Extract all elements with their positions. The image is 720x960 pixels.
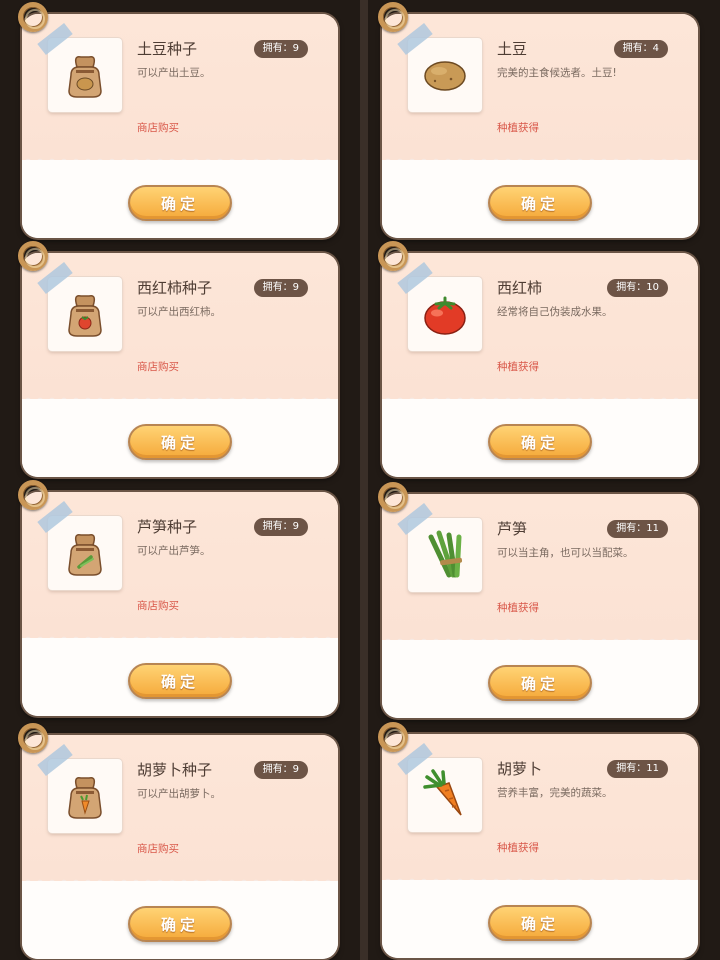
item-source: 种植获得	[497, 122, 539, 134]
asparagus-icon	[428, 530, 463, 578]
item-card: 土豆种子 可以产出土豆。 商店购买 拥有：9 确定	[22, 14, 338, 238]
item-source: 商店购买	[137, 361, 179, 373]
item-description: 可以产出土豆。	[137, 67, 211, 79]
confirm-button[interactable]: 确定	[128, 906, 232, 942]
item-description: 完美的主食候选者。土豆!	[497, 67, 617, 79]
item-card: 胡萝卜 营养丰富，完美的蔬菜。 种植获得 拥有：11 确定	[382, 734, 698, 958]
owned-count-badge: 拥有：9	[253, 518, 308, 536]
item-card: 芦笋 可以当主角，也可以当配菜。 种植获得 拥有：11 确定	[382, 494, 698, 718]
owned-count-badge: 拥有：9	[253, 40, 308, 58]
item-title: 芦笋	[497, 520, 528, 538]
item-card: 西红柿种子 可以产出西红柿。 商店购买 拥有：9 确定	[22, 253, 338, 477]
owned-count-badge: 拥有：4	[613, 40, 668, 58]
item-thumbnail	[408, 38, 482, 112]
item-thumbnail	[408, 758, 482, 832]
confirm-button[interactable]: 确定	[488, 665, 592, 701]
item-card: 芦笋种子 可以产出芦笋。 商店购买 拥有：9 确定	[22, 492, 338, 716]
owned-count-badge: 拥有：9	[253, 279, 308, 297]
ring-binder-icon	[18, 480, 48, 510]
confirm-button[interactable]: 确定	[488, 185, 592, 221]
item-title: 西红柿种子	[137, 279, 213, 297]
item-description: 可以产出胡萝卜。	[137, 788, 221, 800]
item-source: 商店购买	[137, 600, 179, 612]
item-card: 胡萝卜种子 可以产出胡萝卜。 商店购买 拥有：9 确定	[22, 735, 338, 959]
carrot-icon	[423, 769, 462, 816]
item-description: 营养丰富，完美的蔬菜。	[497, 787, 613, 799]
item-description: 可以产出西红柿。	[137, 306, 221, 318]
item-title: 土豆种子	[137, 40, 198, 58]
item-title: 胡萝卜	[497, 760, 543, 778]
item-thumbnail	[48, 516, 122, 590]
owned-count-badge: 拥有：11	[607, 520, 668, 538]
item-thumbnail	[48, 759, 122, 833]
seed-bag-asparagus-icon	[68, 533, 102, 576]
confirm-button[interactable]: 确定	[128, 424, 232, 460]
confirm-button[interactable]: 确定	[128, 185, 232, 221]
tomato-icon	[424, 296, 466, 335]
item-description: 可以产出芦笋。	[137, 545, 211, 557]
confirm-button[interactable]: 确定	[128, 663, 232, 699]
seed-bag-tomato-icon	[68, 294, 102, 337]
ring-binder-icon	[378, 482, 408, 512]
item-source: 商店购买	[137, 122, 179, 134]
item-source: 商店购买	[137, 843, 179, 855]
ring-binder-icon	[378, 2, 408, 32]
seed-bag-potato-icon	[68, 55, 102, 98]
confirm-button[interactable]: 确定	[488, 905, 592, 941]
ring-binder-icon	[378, 241, 408, 271]
potato-icon	[424, 61, 466, 91]
item-thumbnail	[408, 518, 482, 592]
item-thumbnail	[408, 277, 482, 351]
item-thumbnail	[48, 277, 122, 351]
item-card: 土豆 完美的主食候选者。土豆! 种植获得 拥有：4 确定	[382, 14, 698, 238]
item-description: 可以当主角，也可以当配菜。	[497, 547, 634, 559]
confirm-button[interactable]: 确定	[488, 424, 592, 460]
item-card: 西红柿 经常将自己伪装成水果。 种植获得 拥有：10 确定	[382, 253, 698, 477]
item-source: 种植获得	[497, 602, 539, 614]
item-title: 胡萝卜种子	[137, 761, 213, 779]
ring-binder-icon	[18, 723, 48, 753]
item-description: 经常将自己伪装成水果。	[497, 306, 613, 318]
owned-count-badge: 拥有：11	[607, 760, 668, 778]
ring-binder-icon	[18, 241, 48, 271]
owned-count-badge: 拥有：10	[607, 279, 668, 297]
ring-binder-icon	[18, 2, 48, 32]
item-title: 土豆	[497, 40, 528, 58]
item-source: 种植获得	[497, 842, 539, 854]
owned-count-badge: 拥有：9	[253, 761, 308, 779]
item-title: 芦笋种子	[137, 518, 198, 536]
ring-binder-icon	[378, 722, 408, 752]
item-thumbnail	[48, 38, 122, 112]
item-title: 西红柿	[497, 279, 543, 297]
seed-bag-carrot-icon	[68, 776, 102, 819]
item-source: 种植获得	[497, 361, 539, 373]
